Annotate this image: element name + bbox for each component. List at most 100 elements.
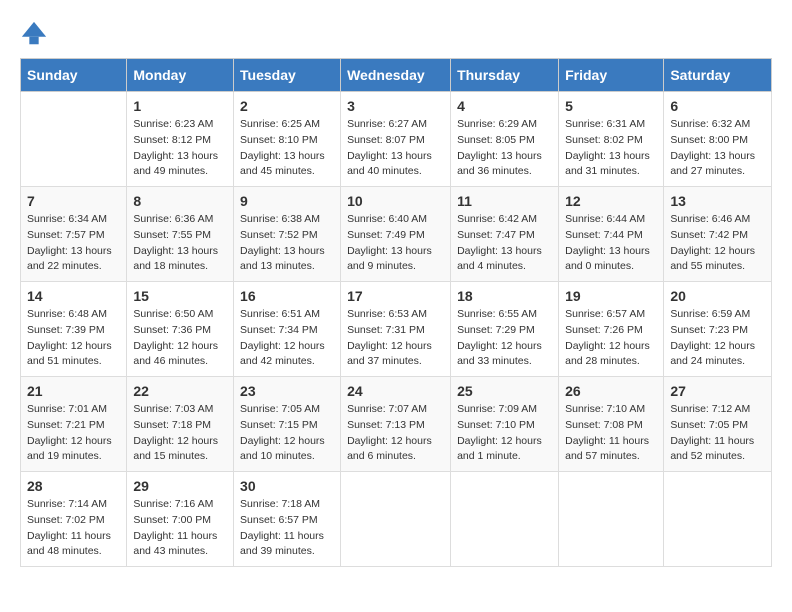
day-info: Sunrise: 6:57 AMSunset: 7:26 PMDaylight:… [565,307,657,370]
day-number: 6 [670,98,765,114]
day-info: Sunrise: 7:01 AMSunset: 7:21 PMDaylight:… [27,402,120,465]
day-info: Sunrise: 6:32 AMSunset: 8:00 PMDaylight:… [670,117,765,180]
day-info: Sunrise: 7:05 AMSunset: 7:15 PMDaylight:… [240,402,334,465]
column-header-friday: Friday [559,59,664,92]
week-row-3: 14 Sunrise: 6:48 AMSunset: 7:39 PMDaylig… [21,282,772,377]
day-info: Sunrise: 6:34 AMSunset: 7:57 PMDaylight:… [27,212,120,275]
day-number: 28 [27,478,120,494]
day-number: 2 [240,98,334,114]
day-info: Sunrise: 7:18 AMSunset: 6:57 PMDaylight:… [240,497,334,560]
day-number: 5 [565,98,657,114]
day-info: Sunrise: 6:40 AMSunset: 7:49 PMDaylight:… [347,212,444,275]
day-number: 12 [565,193,657,209]
day-info: Sunrise: 6:55 AMSunset: 7:29 PMDaylight:… [457,307,552,370]
calendar-cell: 25 Sunrise: 7:09 AMSunset: 7:10 PMDaylig… [451,377,559,472]
day-number: 4 [457,98,552,114]
calendar-cell [21,92,127,187]
day-number: 23 [240,383,334,399]
day-number: 27 [670,383,765,399]
day-info: Sunrise: 7:03 AMSunset: 7:18 PMDaylight:… [133,402,227,465]
column-header-saturday: Saturday [664,59,772,92]
calendar-cell: 17 Sunrise: 6:53 AMSunset: 7:31 PMDaylig… [341,282,451,377]
day-info: Sunrise: 6:31 AMSunset: 8:02 PMDaylight:… [565,117,657,180]
calendar-cell: 21 Sunrise: 7:01 AMSunset: 7:21 PMDaylig… [21,377,127,472]
day-number: 18 [457,288,552,304]
day-number: 10 [347,193,444,209]
day-number: 7 [27,193,120,209]
day-number: 26 [565,383,657,399]
calendar-cell: 14 Sunrise: 6:48 AMSunset: 7:39 PMDaylig… [21,282,127,377]
day-info: Sunrise: 6:50 AMSunset: 7:36 PMDaylight:… [133,307,227,370]
day-info: Sunrise: 6:38 AMSunset: 7:52 PMDaylight:… [240,212,334,275]
day-info: Sunrise: 6:51 AMSunset: 7:34 PMDaylight:… [240,307,334,370]
day-info: Sunrise: 6:23 AMSunset: 8:12 PMDaylight:… [133,117,227,180]
day-number: 3 [347,98,444,114]
logo [20,20,52,48]
calendar-cell [664,472,772,567]
calendar-cell [451,472,559,567]
day-number: 21 [27,383,120,399]
column-header-thursday: Thursday [451,59,559,92]
calendar-table: SundayMondayTuesdayWednesdayThursdayFrid… [20,58,772,567]
page-header [20,20,772,48]
calendar-cell: 27 Sunrise: 7:12 AMSunset: 7:05 PMDaylig… [664,377,772,472]
day-number: 25 [457,383,552,399]
calendar-cell: 13 Sunrise: 6:46 AMSunset: 7:42 PMDaylig… [664,187,772,282]
column-header-monday: Monday [127,59,234,92]
calendar-cell: 22 Sunrise: 7:03 AMSunset: 7:18 PMDaylig… [127,377,234,472]
day-info: Sunrise: 7:10 AMSunset: 7:08 PMDaylight:… [565,402,657,465]
calendar-cell: 2 Sunrise: 6:25 AMSunset: 8:10 PMDayligh… [234,92,341,187]
calendar-cell: 15 Sunrise: 6:50 AMSunset: 7:36 PMDaylig… [127,282,234,377]
day-info: Sunrise: 6:27 AMSunset: 8:07 PMDaylight:… [347,117,444,180]
calendar-cell: 29 Sunrise: 7:16 AMSunset: 7:00 PMDaylig… [127,472,234,567]
calendar-cell: 5 Sunrise: 6:31 AMSunset: 8:02 PMDayligh… [559,92,664,187]
calendar-header-row: SundayMondayTuesdayWednesdayThursdayFrid… [21,59,772,92]
calendar-body: 1 Sunrise: 6:23 AMSunset: 8:12 PMDayligh… [21,92,772,567]
calendar-cell: 9 Sunrise: 6:38 AMSunset: 7:52 PMDayligh… [234,187,341,282]
day-info: Sunrise: 6:48 AMSunset: 7:39 PMDaylight:… [27,307,120,370]
calendar-cell: 16 Sunrise: 6:51 AMSunset: 7:34 PMDaylig… [234,282,341,377]
week-row-2: 7 Sunrise: 6:34 AMSunset: 7:57 PMDayligh… [21,187,772,282]
day-info: Sunrise: 6:46 AMSunset: 7:42 PMDaylight:… [670,212,765,275]
day-info: Sunrise: 7:09 AMSunset: 7:10 PMDaylight:… [457,402,552,465]
calendar-cell: 30 Sunrise: 7:18 AMSunset: 6:57 PMDaylig… [234,472,341,567]
day-number: 14 [27,288,120,304]
day-number: 20 [670,288,765,304]
day-number: 13 [670,193,765,209]
column-header-wednesday: Wednesday [341,59,451,92]
day-info: Sunrise: 6:29 AMSunset: 8:05 PMDaylight:… [457,117,552,180]
calendar-cell: 26 Sunrise: 7:10 AMSunset: 7:08 PMDaylig… [559,377,664,472]
day-info: Sunrise: 7:14 AMSunset: 7:02 PMDaylight:… [27,497,120,560]
day-number: 22 [133,383,227,399]
day-info: Sunrise: 7:16 AMSunset: 7:00 PMDaylight:… [133,497,227,560]
day-number: 9 [240,193,334,209]
day-number: 16 [240,288,334,304]
day-info: Sunrise: 6:59 AMSunset: 7:23 PMDaylight:… [670,307,765,370]
day-info: Sunrise: 6:42 AMSunset: 7:47 PMDaylight:… [457,212,552,275]
day-number: 30 [240,478,334,494]
calendar-cell: 11 Sunrise: 6:42 AMSunset: 7:47 PMDaylig… [451,187,559,282]
week-row-1: 1 Sunrise: 6:23 AMSunset: 8:12 PMDayligh… [21,92,772,187]
calendar-cell: 20 Sunrise: 6:59 AMSunset: 7:23 PMDaylig… [664,282,772,377]
day-info: Sunrise: 6:53 AMSunset: 7:31 PMDaylight:… [347,307,444,370]
calendar-cell: 6 Sunrise: 6:32 AMSunset: 8:00 PMDayligh… [664,92,772,187]
calendar-cell: 3 Sunrise: 6:27 AMSunset: 8:07 PMDayligh… [341,92,451,187]
day-info: Sunrise: 6:44 AMSunset: 7:44 PMDaylight:… [565,212,657,275]
day-info: Sunrise: 7:07 AMSunset: 7:13 PMDaylight:… [347,402,444,465]
week-row-5: 28 Sunrise: 7:14 AMSunset: 7:02 PMDaylig… [21,472,772,567]
calendar-cell: 12 Sunrise: 6:44 AMSunset: 7:44 PMDaylig… [559,187,664,282]
day-info: Sunrise: 6:25 AMSunset: 8:10 PMDaylight:… [240,117,334,180]
calendar-cell: 28 Sunrise: 7:14 AMSunset: 7:02 PMDaylig… [21,472,127,567]
day-number: 24 [347,383,444,399]
calendar-cell: 7 Sunrise: 6:34 AMSunset: 7:57 PMDayligh… [21,187,127,282]
day-number: 1 [133,98,227,114]
week-row-4: 21 Sunrise: 7:01 AMSunset: 7:21 PMDaylig… [21,377,772,472]
calendar-cell: 8 Sunrise: 6:36 AMSunset: 7:55 PMDayligh… [127,187,234,282]
calendar-cell: 19 Sunrise: 6:57 AMSunset: 7:26 PMDaylig… [559,282,664,377]
calendar-cell: 1 Sunrise: 6:23 AMSunset: 8:12 PMDayligh… [127,92,234,187]
column-header-tuesday: Tuesday [234,59,341,92]
day-number: 11 [457,193,552,209]
calendar-cell: 10 Sunrise: 6:40 AMSunset: 7:49 PMDaylig… [341,187,451,282]
day-number: 19 [565,288,657,304]
day-number: 17 [347,288,444,304]
